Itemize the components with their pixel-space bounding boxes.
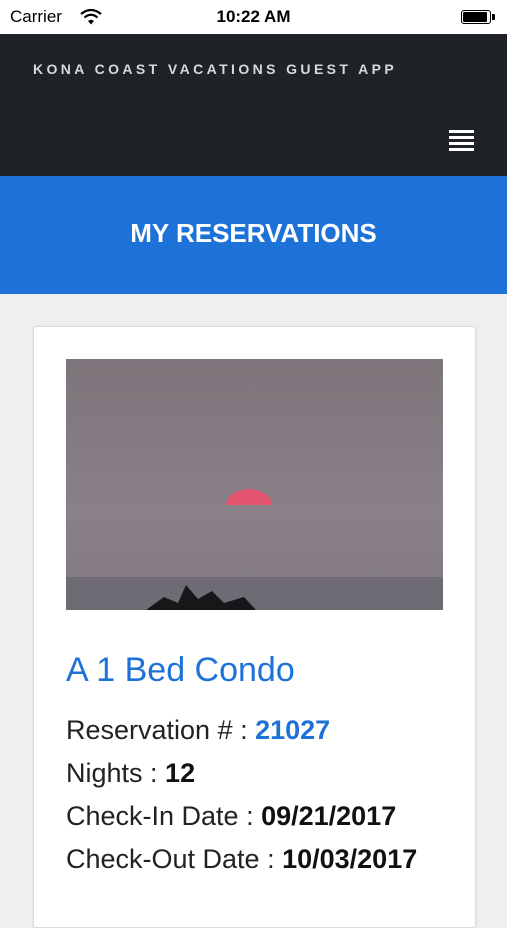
nights-value: 12 — [165, 758, 196, 788]
checkin-row: Check-In Date : 09/21/2017 — [66, 801, 396, 832]
battery-icon — [461, 10, 495, 24]
checkout-label: Check-Out Date : — [66, 844, 283, 874]
reservation-number-row: Reservation # : 21027 — [66, 715, 330, 746]
page-title-band: MY RESERVATIONS — [0, 176, 507, 294]
reservation-number-link[interactable]: 21027 — [255, 715, 330, 745]
status-bar: Carrier 10:22 AM — [0, 0, 507, 34]
checkout-date: 10/03/2017 — [282, 844, 418, 874]
checkout-row: Check-Out Date : 10/03/2017 — [66, 844, 417, 875]
reservation-card[interactable]: A 1 Bed Condo Reservation # : 21027 Nigh… — [33, 326, 476, 928]
checkin-label: Check-In Date : — [66, 801, 262, 831]
app-header: KONA COAST VACATIONS GUEST APP — [0, 34, 507, 176]
page-title: MY RESERVATIONS — [130, 218, 377, 248]
nights-row: Nights : 12 — [66, 758, 195, 789]
nights-label: Nights : — [66, 758, 166, 788]
hamburger-menu-icon[interactable] — [446, 126, 478, 154]
checkin-date: 09/21/2017 — [261, 801, 397, 831]
property-photo — [66, 359, 443, 610]
app-title: KONA COAST VACATIONS GUEST APP — [33, 61, 398, 77]
unit-name-link[interactable]: A 1 Bed Condo — [66, 651, 295, 690]
status-time: 10:22 AM — [216, 7, 291, 26]
reservation-number-label: Reservation # : — [66, 715, 256, 745]
